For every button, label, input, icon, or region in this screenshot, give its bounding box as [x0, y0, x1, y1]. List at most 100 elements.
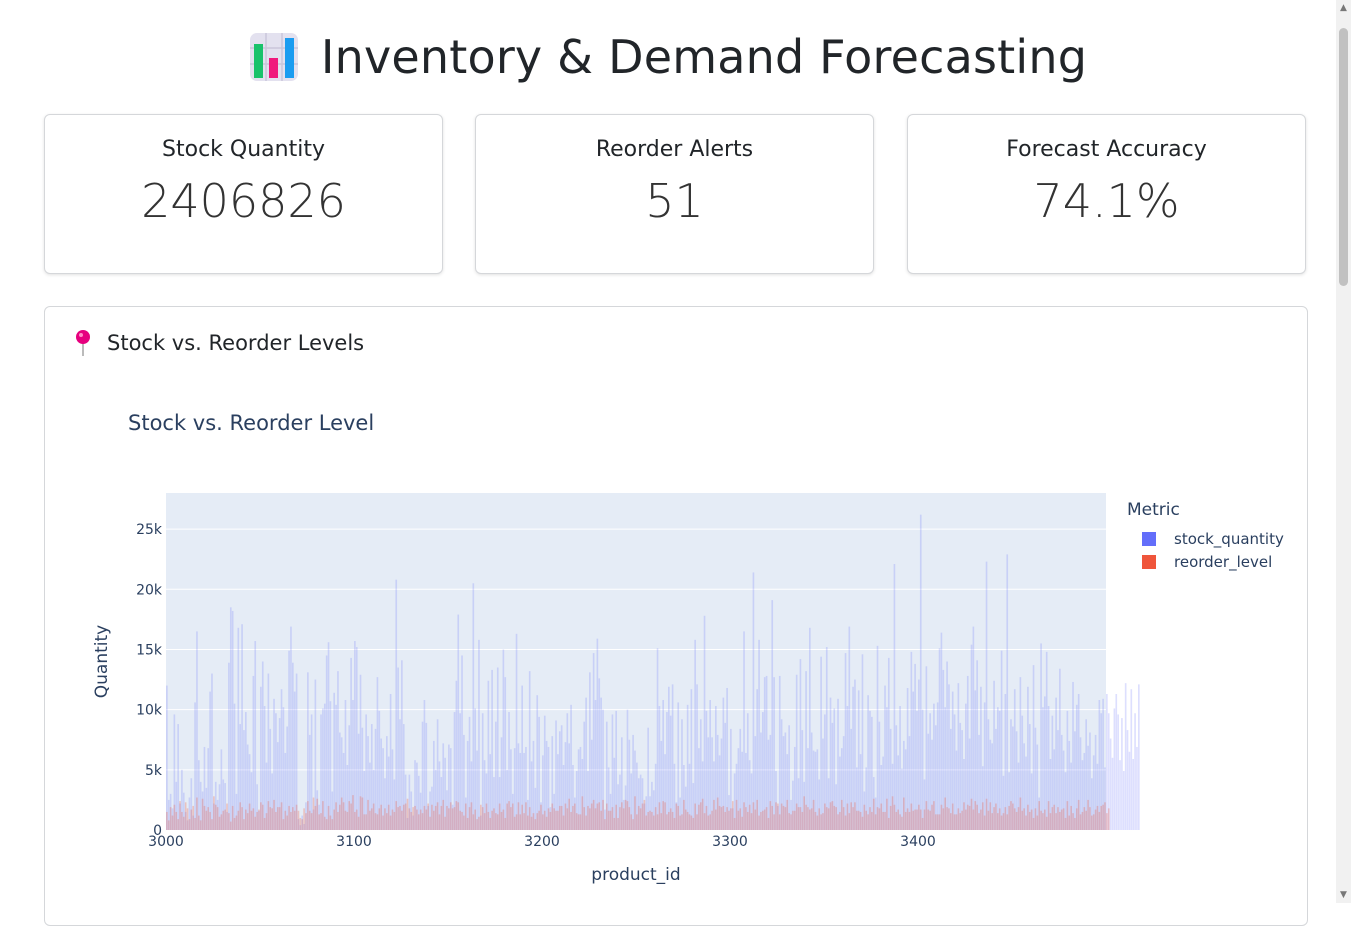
- kpi-card-reorder-alerts: Reorder Alerts 51: [475, 114, 874, 274]
- reorder-bar: [1102, 804, 1104, 830]
- reorder-bar: [965, 809, 967, 830]
- scroll-up-icon[interactable]: ▲: [1338, 3, 1349, 13]
- reorder-bar: [493, 808, 495, 830]
- reorder-bar: [412, 807, 414, 830]
- reorder-bar: [367, 799, 369, 830]
- reorder-bar: [718, 805, 721, 830]
- reorder-bar: [972, 809, 975, 830]
- reorder-bar: [510, 807, 512, 830]
- reorder-bar: [440, 805, 443, 830]
- stock-bar: [397, 667, 399, 830]
- stock-bar: [656, 648, 659, 830]
- reorder-bar: [652, 815, 655, 830]
- reorder-bar: [824, 803, 826, 830]
- reorder-bar: [190, 809, 193, 830]
- stock-bar: [536, 695, 539, 830]
- reorder-bar: [897, 809, 900, 830]
- reorder-bar: [1068, 815, 1071, 830]
- reorder-bar: [308, 810, 311, 830]
- stock-vs-reorder-chart[interactable]: 05k10k15k20k25k3000 3100 3200 3300 3400produ…: [45, 307, 1307, 902]
- reorder-bar: [237, 810, 240, 830]
- stock-bar: [263, 706, 266, 830]
- reorder-bar: [1013, 808, 1016, 830]
- reorder-bar: [511, 803, 514, 830]
- reorder-bar: [188, 819, 191, 830]
- stock-bar: [310, 714, 313, 830]
- page-scrollbar[interactable]: ▲ ▼: [1336, 0, 1351, 903]
- reorder-bar: [778, 814, 781, 830]
- reorder-bar: [395, 801, 398, 830]
- stock-bar: [938, 648, 941, 830]
- reorder-bar: [987, 810, 990, 830]
- reorder-bar: [557, 810, 559, 830]
- reorder-bar: [660, 813, 663, 830]
- reorder-bar: [171, 815, 174, 830]
- stock-bar: [325, 655, 328, 830]
- reorder-bar: [399, 805, 401, 830]
- reorder-bar: [508, 801, 510, 830]
- reorder-bar: [863, 804, 866, 830]
- reorder-bar: [604, 819, 606, 830]
- stock-bar: [502, 649, 505, 830]
- reorder-bar: [331, 819, 334, 830]
- reorder-bar: [478, 816, 480, 830]
- reorder-bar: [854, 802, 856, 830]
- reorder-bar: [790, 814, 792, 830]
- reorder-bar: [752, 802, 755, 830]
- reorder-bar: [551, 803, 554, 830]
- reorder-bar: [581, 796, 584, 830]
- reorder-bar: [767, 817, 770, 830]
- reorder-bar: [743, 802, 745, 830]
- reorder-bar: [245, 809, 247, 830]
- stock-bar: [466, 740, 469, 830]
- reorder-bar: [872, 798, 875, 830]
- reorder-bar: [1081, 811, 1084, 830]
- reorder-bar: [669, 808, 672, 830]
- stock-bar: [980, 686, 982, 830]
- reorder-bar: [333, 809, 336, 830]
- reorder-bar: [545, 816, 548, 830]
- reorder-bar: [611, 807, 614, 830]
- stock-bar: [365, 714, 367, 830]
- reorder-bar: [186, 808, 189, 830]
- scroll-thumb[interactable]: [1339, 28, 1348, 286]
- reorder-bar: [728, 810, 730, 830]
- stock-bar: [1045, 651, 1048, 830]
- scroll-down-icon[interactable]: ▼: [1338, 890, 1349, 900]
- reorder-bar: [596, 803, 599, 830]
- reorder-bar: [904, 811, 907, 830]
- reorder-bar: [698, 804, 700, 830]
- stock-bar: [472, 583, 475, 830]
- stock-bar: [545, 740, 548, 830]
- reorder-bar: [1083, 807, 1086, 830]
- reorder-bar: [538, 810, 540, 830]
- stock-bar: [921, 709, 924, 830]
- reorder-bar: [250, 810, 253, 830]
- reorder-bar: [504, 817, 507, 830]
- reorder-bar: [769, 801, 772, 830]
- stock-bar: [1138, 684, 1140, 830]
- reorder-bar: [239, 802, 242, 830]
- stock-bar: [389, 693, 392, 830]
- reorder-bar: [758, 815, 760, 830]
- reorder-bar: [256, 811, 258, 830]
- reorder-bar: [589, 808, 591, 830]
- kpi-value: 2406826: [141, 174, 346, 228]
- reorder-bar: [649, 810, 651, 830]
- reorder-bar: [820, 814, 822, 830]
- reorder-bar: [327, 805, 330, 830]
- stock-bar: [1115, 693, 1118, 830]
- reorder-bar: [587, 805, 589, 830]
- reorder-bar: [1044, 809, 1046, 830]
- page-header: Inventory & Demand Forecasting: [0, 22, 1336, 92]
- reorder-bar: [209, 811, 211, 830]
- reorder-bar: [387, 804, 390, 830]
- stock-bar: [1126, 730, 1129, 830]
- reorder-bar: [709, 814, 712, 830]
- reorder-bar: [527, 815, 529, 830]
- reorder-bar: [192, 805, 195, 830]
- reorder-bar: [260, 802, 262, 830]
- reorder-bar: [354, 811, 356, 830]
- reorder-bar: [895, 811, 898, 830]
- reorder-bar: [891, 796, 894, 830]
